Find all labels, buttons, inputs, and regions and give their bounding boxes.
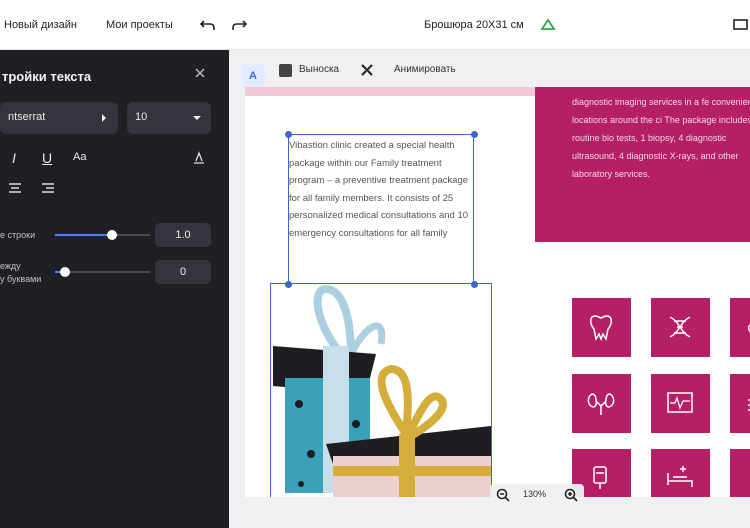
stroke-button[interactable]: Выноска: [299, 64, 339, 75]
underline-icon[interactable]: U: [42, 150, 52, 166]
info-box[interactable]: diagnostic imaging services in a fe conv…: [535, 87, 750, 242]
font-size-select[interactable]: 10: [127, 102, 211, 134]
document-lines-icon: [748, 399, 750, 411]
zoom-level[interactable]: 130%: [523, 489, 546, 499]
undo-icon[interactable]: [200, 18, 216, 32]
dental-tile[interactable]: [572, 298, 631, 357]
letter-spacing-value[interactable]: 0: [155, 260, 211, 284]
panel-title: тройки текста: [2, 69, 92, 84]
gift-image[interactable]: [270, 283, 492, 497]
line-spacing-fill: [55, 234, 112, 236]
cardiology-tile[interactable]: [651, 374, 710, 433]
hospital-tile[interactable]: [651, 449, 710, 497]
text-settings-panel: тройки текста ntserrat 10 I U Aa е строк…: [0, 50, 229, 528]
document-title[interactable]: Брошюра 20Х31 см: [424, 19, 524, 31]
align-right-icon[interactable]: [41, 183, 55, 195]
clear-format-icon[interactable]: [192, 151, 206, 165]
line-spacing-label: е строки: [0, 230, 36, 240]
zoom-control: 130%: [490, 484, 584, 506]
new-design-link[interactable]: Новый дизайн: [4, 19, 77, 31]
letter-spacing-label-1: ежду: [0, 261, 21, 271]
zoom-out-icon[interactable]: [496, 488, 510, 502]
hospital-bed-icon: [667, 466, 693, 487]
chevron-right-icon: [102, 114, 106, 122]
gift-illustration: [273, 284, 491, 497]
resize-handle[interactable]: [471, 131, 478, 138]
redo-icon[interactable]: [231, 18, 247, 32]
info-box-text[interactable]: diagnostic imaging services in a fe conv…: [572, 93, 750, 183]
letter-spacing-handle[interactable]: [59, 267, 70, 277]
bandage-icon: [747, 316, 750, 337]
extra-tile[interactable]: [730, 449, 750, 497]
top-bar: Новый дизайн Мои проекты Брошюра 20Х31 с…: [0, 0, 750, 50]
iv-drip-icon: [593, 466, 607, 489]
font-family-select[interactable]: ntserrat: [0, 102, 118, 134]
letter-spacing-label-2: у буквами: [0, 274, 42, 284]
chevron-down-icon: [193, 116, 201, 120]
text-case-icon[interactable]: Aa: [73, 151, 86, 163]
urology-tile[interactable]: [572, 374, 631, 433]
design-page[interactable]: diagnostic imaging services in a fe conv…: [245, 87, 750, 497]
line-spacing-handle[interactable]: [107, 230, 117, 240]
animate-button[interactable]: Анимировать: [394, 64, 456, 75]
cloud-icon: [540, 18, 556, 30]
heart-monitor-icon: [667, 392, 693, 413]
zoom-in-icon[interactable]: [564, 488, 578, 502]
kidneys-icon: [587, 393, 615, 415]
align-center-icon[interactable]: [8, 183, 22, 195]
line-spacing-value[interactable]: 1.0: [155, 223, 211, 247]
animate-icon[interactable]: [360, 63, 374, 77]
selected-text-content[interactable]: Vibastion clinic created a special healt…: [289, 137, 469, 242]
window-icon[interactable]: [733, 18, 749, 32]
selected-text-box[interactable]: Vibastion clinic created a special healt…: [285, 131, 478, 288]
close-icon[interactable]: [193, 66, 207, 80]
resize-handle[interactable]: [285, 131, 292, 138]
my-projects-link[interactable]: Мои проекты: [106, 19, 173, 31]
service-tile[interactable]: [730, 374, 750, 433]
stroke-swatch-icon[interactable]: [279, 64, 292, 77]
font-family-value: ntserrat: [8, 111, 46, 123]
italic-icon[interactable]: I: [12, 150, 16, 166]
tooth-icon: [590, 315, 612, 342]
dna-icon: [669, 316, 691, 338]
text-color-button[interactable]: A: [241, 64, 265, 88]
pink-header-bar: [245, 87, 535, 96]
genetics-tile[interactable]: [651, 298, 710, 357]
first-aid-tile[interactable]: [730, 298, 750, 357]
font-size-value: 10: [135, 111, 148, 123]
